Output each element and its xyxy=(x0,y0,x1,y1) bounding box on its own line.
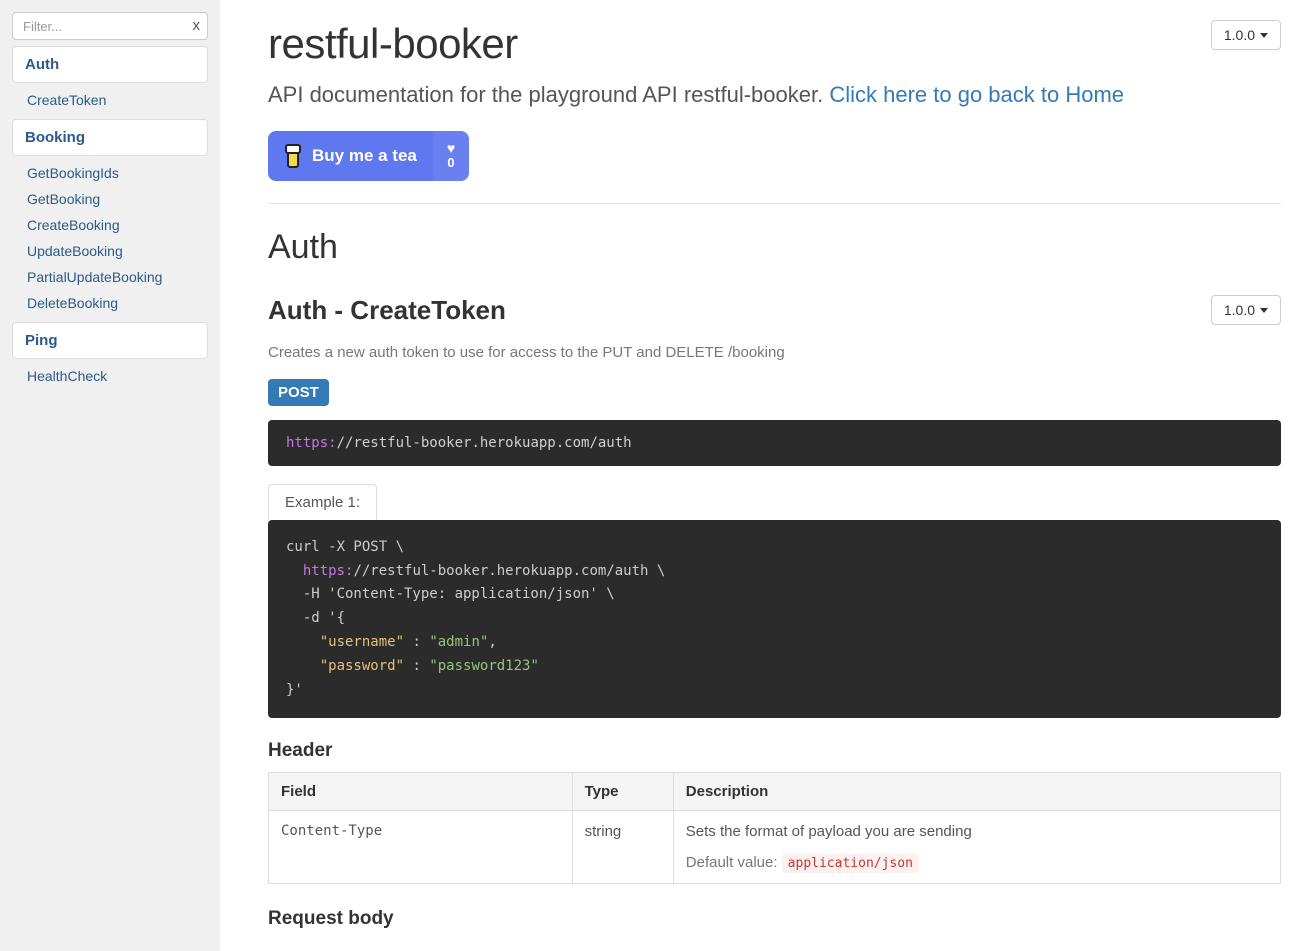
curl-key: "username" xyxy=(320,634,404,650)
col-description: Description xyxy=(673,773,1280,811)
sidebar-group-booking: Booking GetBookingIds GetBooking CreateB… xyxy=(12,119,208,316)
sidebar-item-updatebooking[interactable]: UpdateBooking xyxy=(12,238,208,264)
bmt-label: Buy me a tea xyxy=(312,146,417,166)
sidebar-item-deletebooking[interactable]: DeleteBooking xyxy=(12,290,208,316)
curl-scheme: https: xyxy=(303,563,354,579)
cell-type: string xyxy=(572,811,673,884)
filter-clear-icon[interactable]: x xyxy=(193,12,201,40)
default-label: Default value: xyxy=(686,854,782,871)
default-line: Default value: application/json xyxy=(686,854,1268,871)
url-scheme: https: xyxy=(286,435,337,451)
curl-val: "admin" xyxy=(429,634,488,650)
cell-field: Content-Type xyxy=(269,811,573,884)
endpoint-version-label: 1.0.0 xyxy=(1224,302,1255,318)
caret-down-icon xyxy=(1260,33,1268,38)
sidebar-item-healthcheck[interactable]: HealthCheck xyxy=(12,363,208,389)
example-tabs: Example 1: xyxy=(268,484,1281,520)
curl-key: "password" xyxy=(320,658,404,674)
version-dropdown-top[interactable]: 1.0.0 xyxy=(1211,20,1281,50)
version-dropdown-endpoint[interactable]: 1.0.0 xyxy=(1211,295,1281,325)
sidebar-group-ping: Ping HealthCheck xyxy=(12,322,208,389)
col-field: Field xyxy=(269,773,573,811)
curl-val: "password123" xyxy=(429,658,539,674)
curl-line: //restful-booker.herokuapp.com/auth \ xyxy=(353,563,665,579)
sidebar-item-createbooking[interactable]: CreateBooking xyxy=(12,212,208,238)
sidebar-heading-ping[interactable]: Ping xyxy=(12,322,208,359)
sidebar-heading-auth[interactable]: Auth xyxy=(12,46,208,83)
caret-down-icon xyxy=(1260,308,1268,313)
filter-input[interactable] xyxy=(12,12,208,40)
url-rest: //restful-booker.herokuapp.com/auth xyxy=(337,435,632,451)
sidebar-heading-booking[interactable]: Booking xyxy=(12,119,208,156)
curl-example: curl -X POST \ https://restful-booker.he… xyxy=(268,520,1281,719)
request-body-title: Request body xyxy=(268,908,1281,930)
filter-wrap: x xyxy=(12,12,208,40)
version-label: 1.0.0 xyxy=(1224,27,1255,43)
cell-desc: Sets the format of payload you are sendi… xyxy=(673,811,1280,884)
cup-icon xyxy=(284,144,302,168)
sidebar-item-getbookingids[interactable]: GetBookingIds xyxy=(12,160,208,186)
curl-line: -H 'Content-Type: application/json' \ xyxy=(286,586,615,602)
bmt-count: 0 xyxy=(447,155,454,170)
curl-line: -d '{ xyxy=(286,610,345,626)
endpoint-description: Creates a new auth token to use for acce… xyxy=(268,344,1281,361)
endpoint-title: Auth - CreateToken xyxy=(268,295,506,326)
sidebar-group-auth: Auth CreateToken xyxy=(12,46,208,113)
sidebar-item-getbooking[interactable]: GetBooking xyxy=(12,186,208,212)
desc-text: Sets the format of payload you are sendi… xyxy=(686,823,972,840)
url-block: https://restful-booker.herokuapp.com/aut… xyxy=(268,420,1281,466)
bmt-left: Buy me a tea xyxy=(268,131,433,181)
method-badge-post: POST xyxy=(268,379,329,406)
default-value: application/json xyxy=(782,854,919,873)
col-type: Type xyxy=(572,773,673,811)
subtitle: API documentation for the playground API… xyxy=(268,80,1281,111)
buy-me-tea-badge[interactable]: Buy me a tea ♥ 0 xyxy=(268,131,469,181)
sidebar-item-createtoken[interactable]: CreateToken xyxy=(12,87,208,113)
table-header-row: Field Type Description xyxy=(269,773,1281,811)
curl-line: curl -X POST \ xyxy=(286,539,404,555)
divider xyxy=(268,203,1281,204)
home-link[interactable]: Click here to go back to Home xyxy=(829,82,1124,107)
subtitle-text: API documentation for the playground API… xyxy=(268,82,829,107)
heart-icon: ♥ xyxy=(447,141,455,155)
section-title-auth: Auth xyxy=(268,228,1281,267)
content: restful-booker 1.0.0 API documentation f… xyxy=(220,0,1301,951)
header-section-title: Header xyxy=(268,740,1281,762)
sidebar-item-partialupdatebooking[interactable]: PartialUpdateBooking xyxy=(12,264,208,290)
bmt-right: ♥ 0 xyxy=(433,131,469,181)
table-row: Content-Type string Sets the format of p… xyxy=(269,811,1281,884)
sidebar: x Auth CreateToken Booking GetBookingIds… xyxy=(0,0,220,951)
tab-example-1[interactable]: Example 1: xyxy=(268,484,377,520)
page-title: restful-booker xyxy=(268,20,518,68)
curl-line: }' xyxy=(286,682,303,698)
header-table: Field Type Description Content-Type stri… xyxy=(268,772,1281,884)
